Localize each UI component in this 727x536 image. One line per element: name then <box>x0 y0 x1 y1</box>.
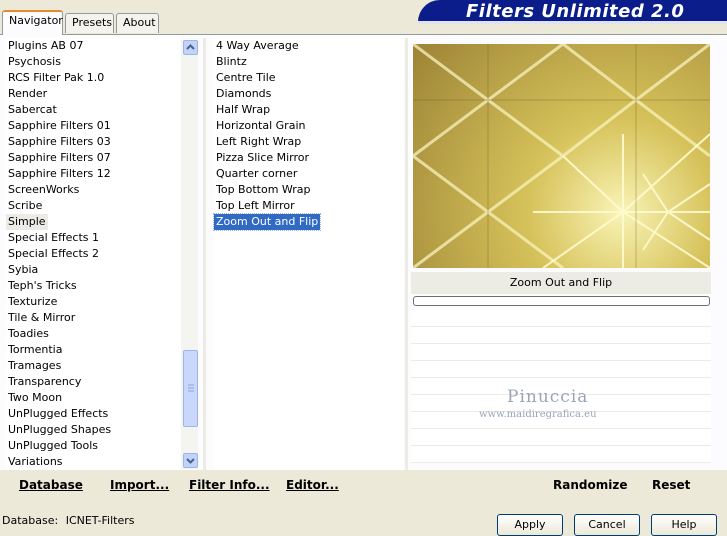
category-item[interactable]: Variations <box>6 454 65 470</box>
category-item[interactable]: Sapphire Filters 01 <box>6 118 113 134</box>
category-item[interactable]: UnPlugged Tools <box>6 438 100 454</box>
grip-icon <box>188 384 194 392</box>
database-value: ICNET-Filters <box>65 514 135 527</box>
scroll-down-button[interactable] <box>183 453 198 468</box>
category-item[interactable]: Texturize <box>6 294 59 310</box>
database-button[interactable]: Database <box>19 476 83 494</box>
tab-navigator[interactable]: Navigator <box>2 10 63 35</box>
chevron-down-icon <box>186 458 195 464</box>
editor-button[interactable]: Editor... <box>286 476 339 494</box>
chevron-up-icon <box>186 44 195 50</box>
watermark-name: Pinuccia <box>507 387 589 407</box>
param-row <box>411 344 711 361</box>
scroll-up-button[interactable] <box>183 40 198 55</box>
param-row <box>411 361 711 378</box>
category-item[interactable]: Tile & Mirror <box>6 310 77 326</box>
app-title: Filters Unlimited 2.0 <box>466 1 685 22</box>
category-item[interactable]: Special Effects 1 <box>6 230 101 246</box>
help-button[interactable]: Help <box>651 514 717 536</box>
param-row <box>411 310 711 327</box>
filter-item[interactable]: Blintz <box>214 54 249 70</box>
filter-item[interactable]: Left Right Wrap <box>214 134 303 150</box>
filter-item[interactable]: Diamonds <box>214 86 273 102</box>
category-item[interactable]: Sabercat <box>6 102 59 118</box>
category-item[interactable]: Sapphire Filters 12 <box>6 166 113 182</box>
filter-item[interactable]: Half Wrap <box>214 102 272 118</box>
database-status: Database: ICNET-Filters <box>2 514 134 527</box>
filter-item[interactable]: Horizontal Grain <box>214 118 307 134</box>
cancel-button[interactable]: Cancel <box>574 514 640 536</box>
tab-presets[interactable]: Presets <box>65 13 114 33</box>
category-item[interactable]: Two Moon <box>6 390 64 406</box>
database-label: Database: <box>2 514 59 527</box>
category-item[interactable]: Scribe <box>6 198 44 214</box>
list-divider <box>203 38 206 470</box>
category-item[interactable]: Transparency <box>6 374 83 390</box>
category-item[interactable]: UnPlugged Shapes <box>6 422 113 438</box>
preview-divider <box>405 38 408 470</box>
category-item[interactable]: Sapphire Filters 07 <box>6 150 113 166</box>
reset-button[interactable]: Reset <box>652 476 690 494</box>
tab-about[interactable]: About <box>116 13 159 33</box>
filter-info-button[interactable]: Filter Info... <box>189 476 270 494</box>
progress-bar <box>413 296 710 306</box>
category-item[interactable]: Tramages <box>6 358 63 374</box>
category-item[interactable]: Plugins AB 07 <box>6 38 85 54</box>
category-item[interactable]: Teph's Tricks <box>6 278 79 294</box>
filter-item[interactable]: Quarter corner <box>214 166 299 182</box>
category-item[interactable]: Render <box>6 86 49 102</box>
scroll-thumb[interactable] <box>183 350 198 427</box>
category-list[interactable]: Plugins AB 07 Psychosis RCS Filter Pak 1.0… <box>6 38 181 470</box>
param-row <box>411 327 711 344</box>
preview-image <box>413 44 710 268</box>
apply-button[interactable]: Apply <box>497 514 563 536</box>
param-row <box>411 429 711 446</box>
category-item[interactable]: Simple <box>6 214 48 230</box>
category-item[interactable]: Sapphire Filters 03 <box>6 134 113 150</box>
category-item[interactable]: ScreenWorks <box>6 182 81 198</box>
watermark-url: www.maidiregrafica.eu <box>479 409 597 420</box>
preview-filter-name: Zoom Out and Flip <box>411 272 711 294</box>
category-item[interactable]: Tormentia <box>6 342 64 358</box>
filter-item[interactable]: Top Left Mirror <box>214 198 297 214</box>
filter-item[interactable]: Pizza Slice Mirror <box>214 150 311 166</box>
category-item[interactable]: Toadies <box>6 326 51 342</box>
category-item[interactable]: UnPlugged Effects <box>6 406 110 422</box>
randomize-button[interactable]: Randomize <box>553 476 627 494</box>
filter-item[interactable]: 4 Way Average <box>214 38 301 54</box>
category-item[interactable]: Psychosis <box>6 54 63 70</box>
category-item[interactable]: RCS Filter Pak 1.0 <box>6 70 106 86</box>
param-row <box>411 446 711 463</box>
filter-item[interactable]: Zoom Out and Flip <box>212 213 322 231</box>
filter-list[interactable]: 4 Way Average Blintz Centre Tile Diamonds Ha… <box>212 38 404 470</box>
import-button[interactable]: Import... <box>110 476 169 494</box>
filter-item[interactable]: Top Bottom Wrap <box>214 182 313 198</box>
category-item[interactable]: Sybia <box>6 262 40 278</box>
filter-item[interactable]: Centre Tile <box>214 70 278 86</box>
category-item[interactable]: Special Effects 2 <box>6 246 101 262</box>
